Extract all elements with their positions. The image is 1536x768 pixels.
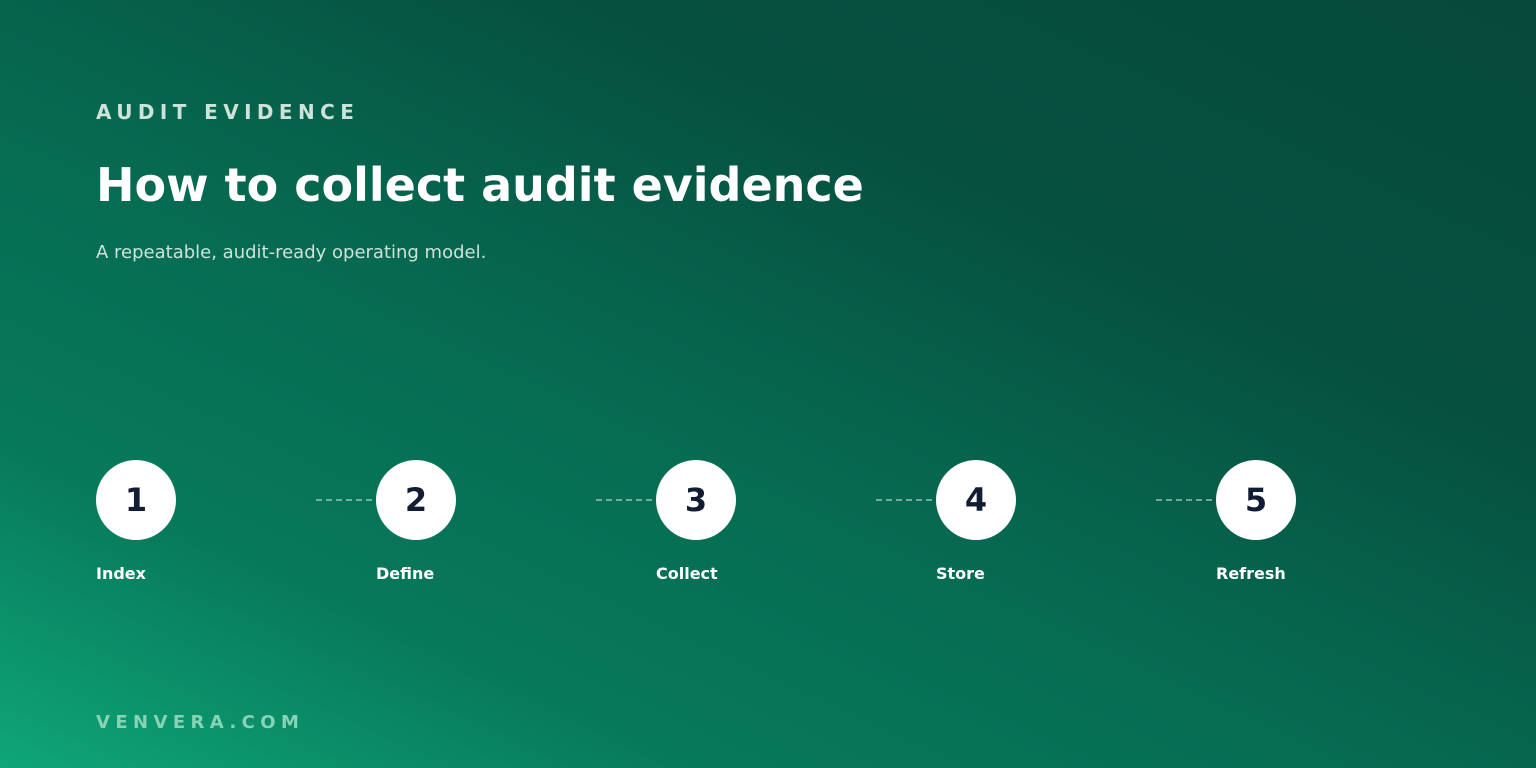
step-define: 2 Define <box>376 460 596 600</box>
step-label: Define <box>376 564 435 583</box>
process-steps: 1 Index 2 Define 3 Collect 4 Store 5 Ref… <box>96 460 1376 600</box>
step-label: Index <box>96 564 146 583</box>
step-collect: 3 Collect <box>656 460 876 600</box>
step-index: 1 Index <box>96 460 316 600</box>
eyebrow-label: AUDIT EVIDENCE <box>96 100 360 124</box>
step-number-badge: 2 <box>376 460 456 540</box>
step-label: Refresh <box>1216 564 1286 583</box>
step-connector <box>1156 499 1212 501</box>
page-subtitle: A repeatable, audit-ready operating mode… <box>96 242 487 263</box>
step-connector <box>596 499 652 501</box>
step-store: 4 Store <box>936 460 1156 600</box>
step-label: Store <box>936 564 985 583</box>
step-connector <box>876 499 932 501</box>
step-number-badge: 3 <box>656 460 736 540</box>
page-title: How to collect audit evidence <box>96 158 864 212</box>
step-refresh: 5 Refresh <box>1216 460 1436 600</box>
step-label: Collect <box>656 564 718 583</box>
step-connector <box>316 499 372 501</box>
step-number-badge: 4 <box>936 460 1016 540</box>
footer-domain: VENVERA.COM <box>96 712 305 733</box>
step-number-badge: 1 <box>96 460 176 540</box>
step-number-badge: 5 <box>1216 460 1296 540</box>
